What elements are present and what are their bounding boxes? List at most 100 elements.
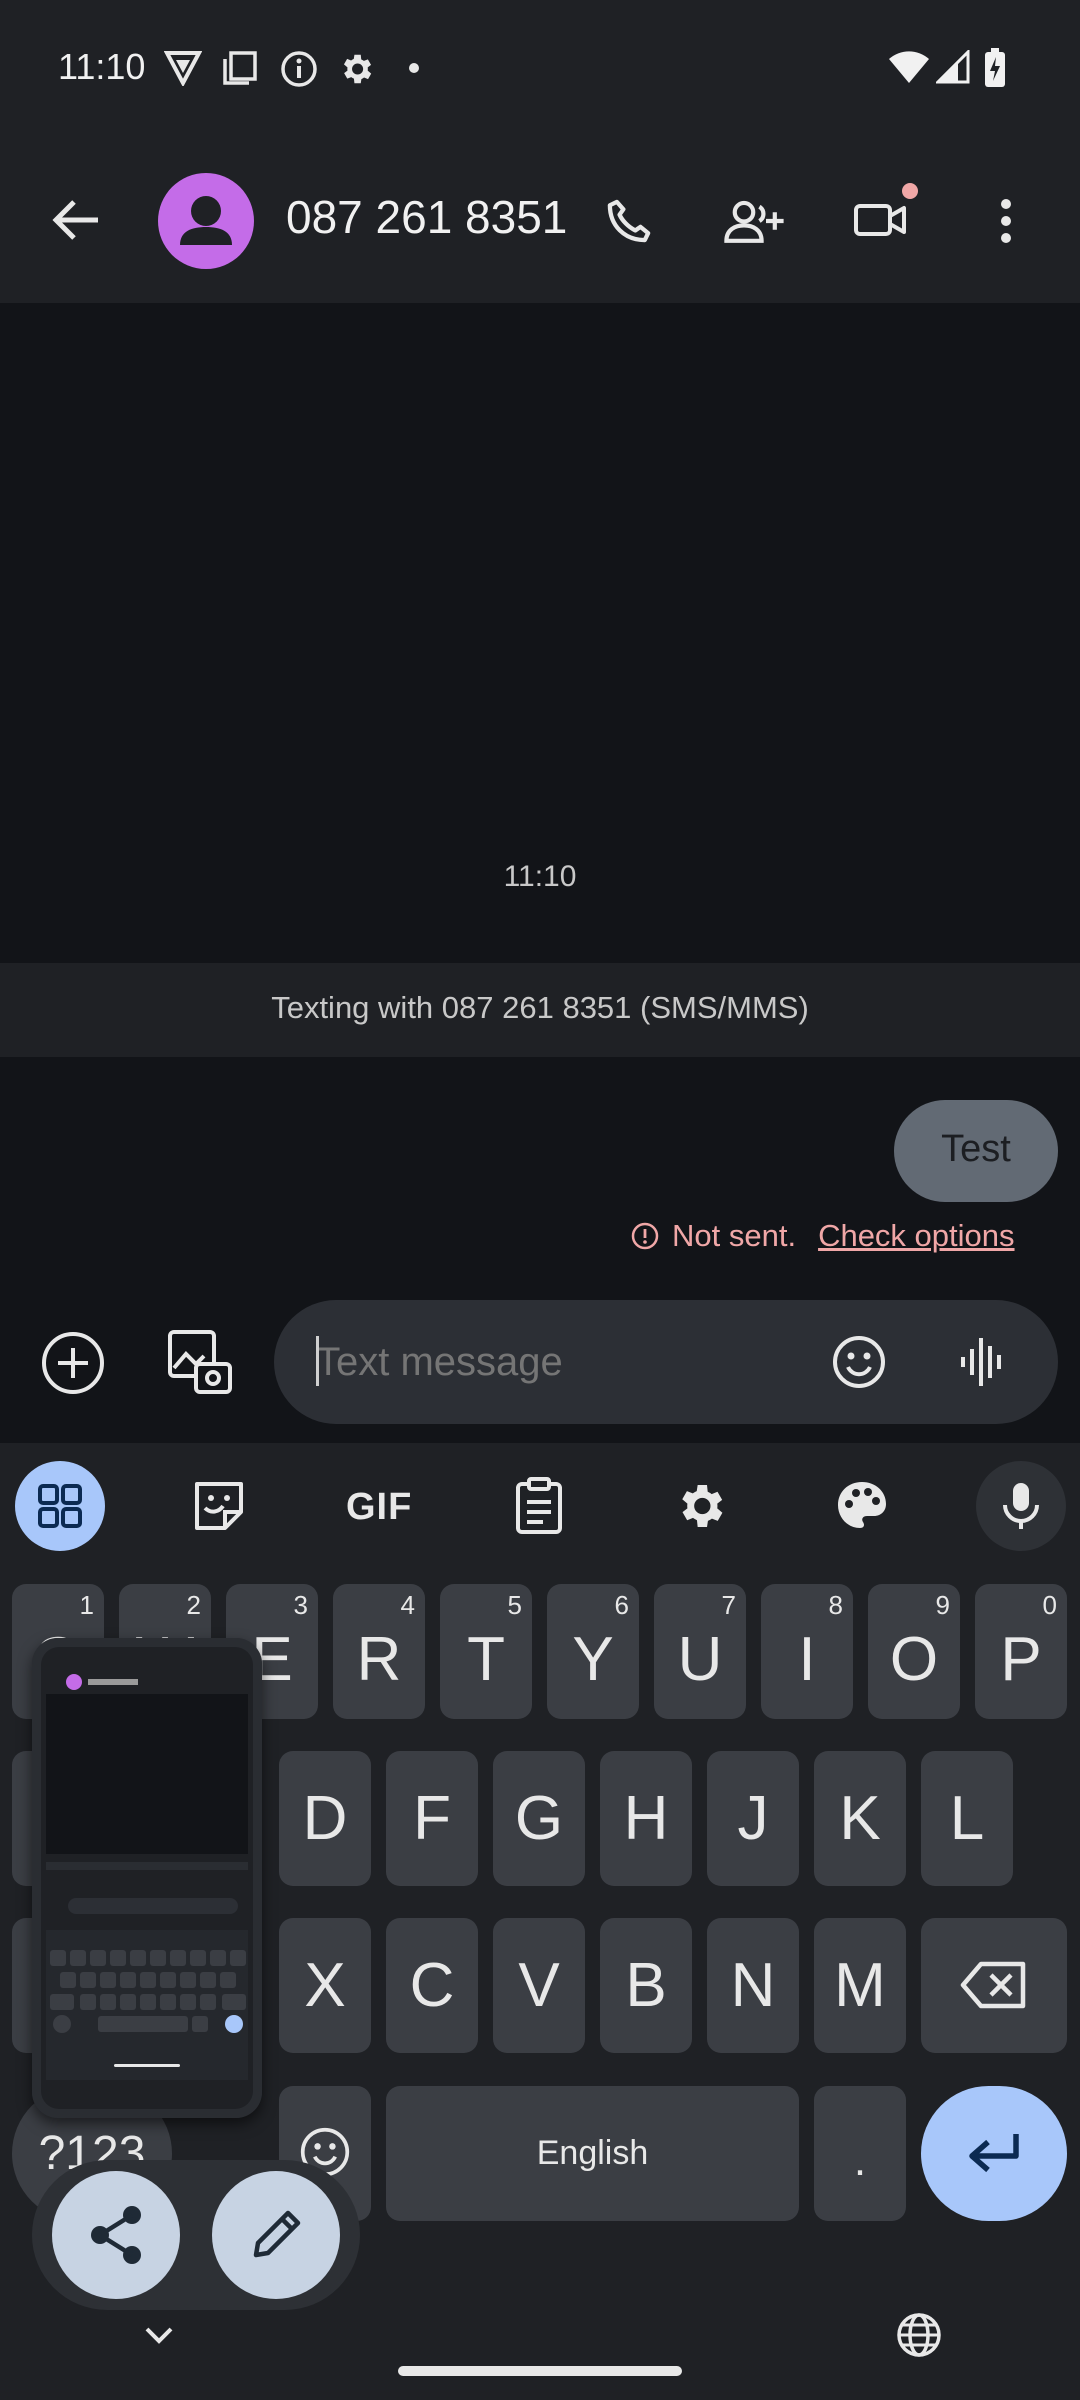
mic-icon bbox=[1003, 1483, 1039, 1529]
apps-grid-button[interactable] bbox=[15, 1461, 105, 1551]
sticker-icon[interactable] bbox=[191, 1478, 247, 1534]
key-m[interactable]: M bbox=[814, 1918, 906, 2053]
key-label: G bbox=[514, 1784, 564, 1853]
key-i[interactable]: 8I bbox=[761, 1584, 853, 1719]
outgoing-message-text: Test bbox=[941, 1128, 1011, 1170]
key-label: R bbox=[356, 1625, 402, 1694]
backspace-icon bbox=[960, 1961, 1026, 2009]
voice-input-button[interactable] bbox=[976, 1461, 1066, 1551]
key-label: V bbox=[518, 1951, 560, 2020]
key-hint: 9 bbox=[935, 1590, 950, 1620]
texting-with-text: Texting with 087 261 8351 (SMS/MMS) bbox=[271, 990, 809, 1025]
key-r[interactable]: 4R bbox=[333, 1584, 425, 1719]
send-error: Not sent. Check options bbox=[630, 1218, 1015, 1254]
contact-avatar[interactable] bbox=[158, 173, 254, 269]
vpn-icon bbox=[164, 51, 202, 86]
screenshot-thumbnail-image bbox=[32, 1638, 262, 2118]
person-icon bbox=[180, 196, 232, 245]
key-g[interactable]: G bbox=[493, 1751, 585, 1886]
key-b[interactable]: B bbox=[600, 1918, 692, 2053]
notification-dot-icon bbox=[409, 63, 419, 73]
key-label: U bbox=[677, 1625, 723, 1694]
key-hint: 8 bbox=[828, 1590, 843, 1620]
message-input[interactable] bbox=[316, 1340, 796, 1385]
key-p[interactable]: 0P bbox=[975, 1584, 1067, 1719]
voice-waveform-icon[interactable] bbox=[958, 1336, 1008, 1388]
status-bar: 11:10 bbox=[0, 0, 1080, 130]
gesture-nav-handle[interactable] bbox=[398, 2366, 682, 2376]
error-icon bbox=[631, 1222, 659, 1250]
key-label: Y bbox=[572, 1625, 614, 1694]
key-j[interactable]: J bbox=[707, 1751, 799, 1886]
info-icon bbox=[281, 51, 317, 87]
contact-title[interactable]: 087 261 8351 bbox=[286, 190, 567, 244]
apps-grid-icon bbox=[38, 1484, 82, 1528]
key-label: F bbox=[413, 1784, 451, 1853]
key-hint: 7 bbox=[721, 1590, 736, 1620]
key-label: D bbox=[302, 1784, 348, 1853]
enter-icon bbox=[969, 2134, 1019, 2173]
chevron-down-icon[interactable] bbox=[144, 2326, 174, 2344]
share-icon bbox=[91, 2206, 141, 2264]
gallery-camera-icon[interactable] bbox=[166, 1328, 234, 1396]
key-l[interactable]: L bbox=[921, 1751, 1013, 1886]
key-period[interactable]: . bbox=[814, 2086, 906, 2221]
video-call-icon[interactable] bbox=[852, 196, 908, 244]
key-label: I bbox=[798, 1625, 816, 1694]
key-h[interactable]: H bbox=[600, 1751, 692, 1886]
key-label: N bbox=[730, 1951, 776, 2020]
palette-icon[interactable] bbox=[834, 1478, 890, 1534]
key-label: K bbox=[839, 1784, 881, 1853]
key-label: B bbox=[625, 1951, 667, 2020]
key-n[interactable]: N bbox=[707, 1918, 799, 2053]
copy-icon bbox=[223, 51, 257, 85]
back-arrow-icon[interactable] bbox=[50, 198, 100, 242]
key-c[interactable]: C bbox=[386, 1918, 478, 2053]
key-hint: 1 bbox=[79, 1590, 94, 1620]
key-label: P bbox=[1000, 1625, 1042, 1694]
key-label: H bbox=[623, 1784, 669, 1853]
share-screenshot-button[interactable] bbox=[52, 2171, 180, 2299]
key-enter[interactable] bbox=[921, 2086, 1067, 2221]
phone-icon[interactable] bbox=[602, 194, 656, 248]
status-time: 11:10 bbox=[58, 46, 146, 87]
key-hint: 2 bbox=[186, 1590, 201, 1620]
key-o[interactable]: 9O bbox=[868, 1584, 960, 1719]
key-label: M bbox=[834, 1951, 886, 2020]
video-call-badge bbox=[902, 183, 918, 199]
key-u[interactable]: 7U bbox=[654, 1584, 746, 1719]
key-label: C bbox=[409, 1951, 455, 2020]
key-k[interactable]: K bbox=[814, 1751, 906, 1886]
gif-button[interactable]: GIF bbox=[346, 1486, 412, 1529]
clipboard-icon[interactable] bbox=[514, 1476, 564, 1536]
wifi-icon bbox=[889, 51, 929, 83]
key-hint: 6 bbox=[614, 1590, 629, 1620]
check-options-link[interactable]: Check options bbox=[818, 1218, 1014, 1254]
key-label: L bbox=[949, 1784, 985, 1853]
key-v[interactable]: V bbox=[493, 1918, 585, 2053]
key-d[interactable]: D bbox=[279, 1751, 371, 1886]
key-x[interactable]: X bbox=[279, 1918, 371, 2053]
text-caret bbox=[316, 1336, 319, 1386]
key-label: English bbox=[536, 2134, 649, 2172]
screenshot-preview[interactable] bbox=[32, 1638, 262, 2118]
add-person-icon[interactable] bbox=[722, 194, 788, 248]
gear-icon[interactable] bbox=[672, 1478, 728, 1534]
signal-icon bbox=[936, 50, 970, 84]
key-hint: 0 bbox=[1042, 1590, 1057, 1620]
key-space[interactable]: English bbox=[386, 2086, 799, 2221]
key-y[interactable]: 6Y bbox=[547, 1584, 639, 1719]
add-attachment-icon[interactable] bbox=[40, 1330, 106, 1396]
settings-icon bbox=[343, 54, 372, 84]
globe-icon[interactable] bbox=[896, 2312, 942, 2358]
key-label: O bbox=[889, 1625, 939, 1694]
pencil-icon bbox=[253, 2210, 301, 2258]
key-t[interactable]: 5T bbox=[440, 1584, 532, 1719]
key-hint: 5 bbox=[507, 1590, 522, 1620]
not-sent-text: Not sent. bbox=[672, 1218, 797, 1253]
edit-screenshot-button[interactable] bbox=[212, 2171, 340, 2299]
more-vert-icon[interactable] bbox=[996, 196, 1016, 246]
emoji-icon[interactable] bbox=[831, 1334, 887, 1390]
key-f[interactable]: F bbox=[386, 1751, 478, 1886]
key-backspace[interactable] bbox=[921, 1918, 1067, 2053]
